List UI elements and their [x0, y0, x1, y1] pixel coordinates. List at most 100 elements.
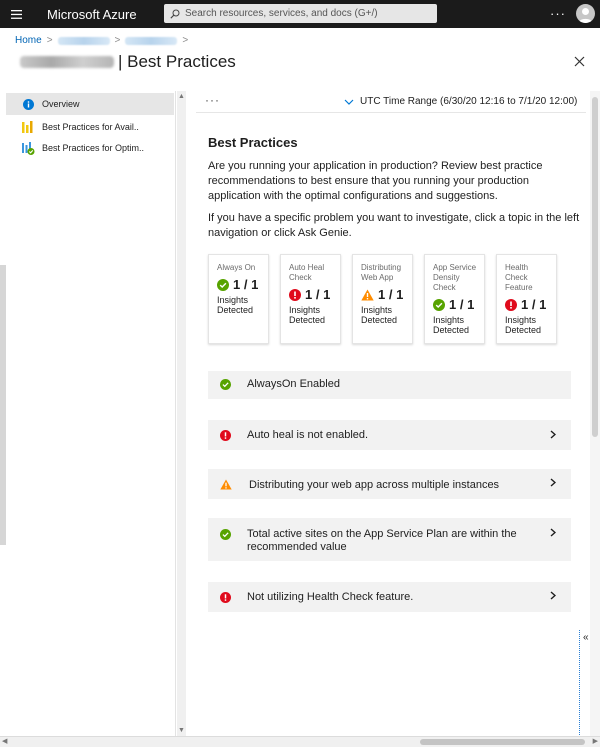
insight-text: Total active sites on the App Service Pl… [247, 528, 517, 553]
insight-text: Distributing your web app across multipl… [249, 479, 500, 491]
search-icon [170, 9, 180, 19]
error-icon [220, 430, 231, 441]
card-title: Always On [217, 263, 256, 272]
time-range-picker[interactable]: UTC Time Range (6/30/20 12:16 to 7/1/20 … [344, 96, 577, 107]
insight-card-health-check[interactable]: Health Check Feature 1 / 1 Insights Dete… [496, 254, 557, 344]
nav-item-label: Best Practices for Avail.. [42, 122, 139, 132]
card-metric-value: 1 / 1 [449, 297, 475, 312]
time-range-label: UTC Time Range (6/30/20 12:16 to 7/1/20 … [360, 96, 578, 107]
double-chevron-left-icon: « [583, 632, 589, 643]
horizontal-scrollbar[interactable]: ◀ ▶ [0, 736, 600, 747]
success-check-icon [217, 278, 229, 291]
insight-text: Auto heal is not enabled. [247, 429, 369, 441]
scrollbar-thumb[interactable] [420, 739, 585, 745]
insight-row-always-on[interactable]: AlwaysOn Enabled [208, 371, 571, 399]
toolbar-divider [196, 112, 586, 113]
breadcrumb-redacted-link[interactable] [125, 36, 178, 45]
card-subtitle: Insights Detected [217, 295, 254, 315]
card-title: Auto Heal Check [289, 263, 325, 282]
insight-text: AlwaysOn Enabled [247, 378, 340, 390]
insight-row-app-service-density[interactable]: Total active sites on the App Service Pl… [208, 518, 571, 561]
card-metric-value: 1 / 1 [233, 277, 259, 292]
scroll-left-arrow-icon[interactable]: ◀ [2, 737, 7, 745]
insight-row-health-check[interactable]: Not utilizing Health Check feature. [208, 582, 571, 612]
insight-card-distributing-web-app[interactable]: Distributing Web App 1 / 1 Insights Dete… [352, 254, 413, 344]
card-metric-value: 1 / 1 [305, 287, 331, 302]
hamburger-menu-button[interactable] [0, 0, 32, 28]
nav-item-label: Best Practices for Optim.. [42, 143, 145, 153]
nav-item-best-practices-optimal[interactable]: Best Practices for Optim.. [6, 137, 174, 159]
global-search[interactable] [164, 4, 437, 23]
bar-chart-check-icon [21, 141, 35, 155]
insight-row-auto-heal[interactable]: Auto heal is not enabled. [208, 420, 571, 450]
breadcrumb-redacted-link[interactable] [57, 36, 110, 45]
overview-content: Best Practices Are you running your appl… [208, 135, 580, 241]
nav-divider [175, 91, 176, 736]
success-check-icon [220, 529, 231, 540]
section-heading: Best Practices [208, 135, 298, 150]
main-scrollbar[interactable] [590, 91, 600, 736]
nav-item-best-practices-availability[interactable]: Best Practices for Avail.. [6, 116, 174, 138]
scroll-right-arrow-icon[interactable]: ▶ [593, 737, 598, 745]
chevron-right-icon[interactable] [550, 478, 556, 487]
breadcrumb-separator: > [182, 35, 189, 46]
chevron-right-icon[interactable] [550, 430, 556, 439]
close-icon[interactable] [573, 55, 586, 68]
bar-chart-icon [21, 120, 35, 134]
card-metric-value: 1 / 1 [378, 287, 404, 302]
breadcrumb-separator: > [114, 35, 121, 46]
nav-item-overview[interactable]: Overview [6, 93, 174, 115]
insight-card-always-on[interactable]: Always On 1 / 1 Insights Detected [208, 254, 269, 344]
breadcrumb-separator: > [46, 35, 53, 46]
page-title: | Best Practices [118, 52, 236, 71]
page-title-row: | Best Practices [20, 52, 236, 72]
scroll-up-arrow-icon[interactable]: ▲ [178, 93, 185, 100]
card-metric-value: 1 / 1 [521, 297, 547, 312]
search-input[interactable] [185, 8, 435, 19]
more-options-button[interactable]: ··· [550, 6, 566, 21]
chevron-down-icon [344, 99, 354, 105]
card-subtitle: Insights Detected [289, 305, 326, 325]
card-subtitle: Insights Detected [505, 315, 542, 335]
collapse-panel-button[interactable]: « [579, 630, 591, 735]
card-metric: 1 / 1 [361, 287, 405, 302]
card-title: App Service Density Check [433, 263, 477, 292]
scroll-down-arrow-icon[interactable]: ▼ [178, 727, 185, 734]
error-icon [220, 592, 231, 603]
card-metric: 1 / 1 [289, 287, 333, 302]
insight-card-app-service-density[interactable]: App Service Density Check 1 / 1 Insights… [424, 254, 485, 344]
redacted-resource-name [20, 56, 114, 68]
card-subtitle: Insights Detected [361, 305, 398, 325]
chevron-right-icon[interactable] [550, 528, 556, 537]
success-check-icon [220, 379, 231, 390]
warning-icon [361, 289, 374, 301]
insight-text: Not utilizing Health Check feature. [247, 591, 414, 603]
card-title: Health Check Feature [505, 263, 533, 292]
chevron-right-icon[interactable] [550, 591, 556, 600]
warning-icon [220, 479, 232, 490]
card-metric: 1 / 1 [505, 297, 549, 312]
intro-paragraph: Are you running your application in prod… [208, 160, 543, 202]
avatar[interactable] [576, 4, 595, 23]
insight-row-distributing-web-app[interactable]: Distributing your web app across multipl… [208, 469, 571, 499]
breadcrumb-home-link[interactable]: Home [15, 35, 42, 46]
nav-item-label: Overview [42, 99, 80, 109]
error-icon [505, 298, 517, 311]
user-avatar-icon [578, 8, 593, 23]
nav-scrollbar[interactable]: ▲ ▼ [177, 91, 186, 736]
top-bar: Microsoft Azure ··· [0, 0, 600, 28]
card-subtitle: Insights Detected [433, 315, 470, 335]
help-paragraph: If you have a specific problem you want … [208, 212, 580, 239]
brand-name[interactable]: Microsoft Azure [47, 7, 137, 22]
info-icon [21, 97, 35, 111]
scrollbar-thumb[interactable] [592, 97, 598, 437]
card-metric: 1 / 1 [217, 277, 261, 292]
error-icon [289, 288, 301, 301]
success-check-icon [433, 298, 445, 311]
card-metric: 1 / 1 [433, 297, 477, 312]
left-navigation: Overview Best Practices for Avail.. Best… [6, 91, 176, 731]
breadcrumb: Home > > > [15, 35, 193, 46]
toolbar-more-button[interactable]: ··· [205, 93, 220, 107]
insight-card-auto-heal[interactable]: Auto Heal Check 1 / 1 Insights Detected [280, 254, 341, 344]
insight-cards: Always On 1 / 1 Insights Detected Auto H… [208, 254, 568, 344]
